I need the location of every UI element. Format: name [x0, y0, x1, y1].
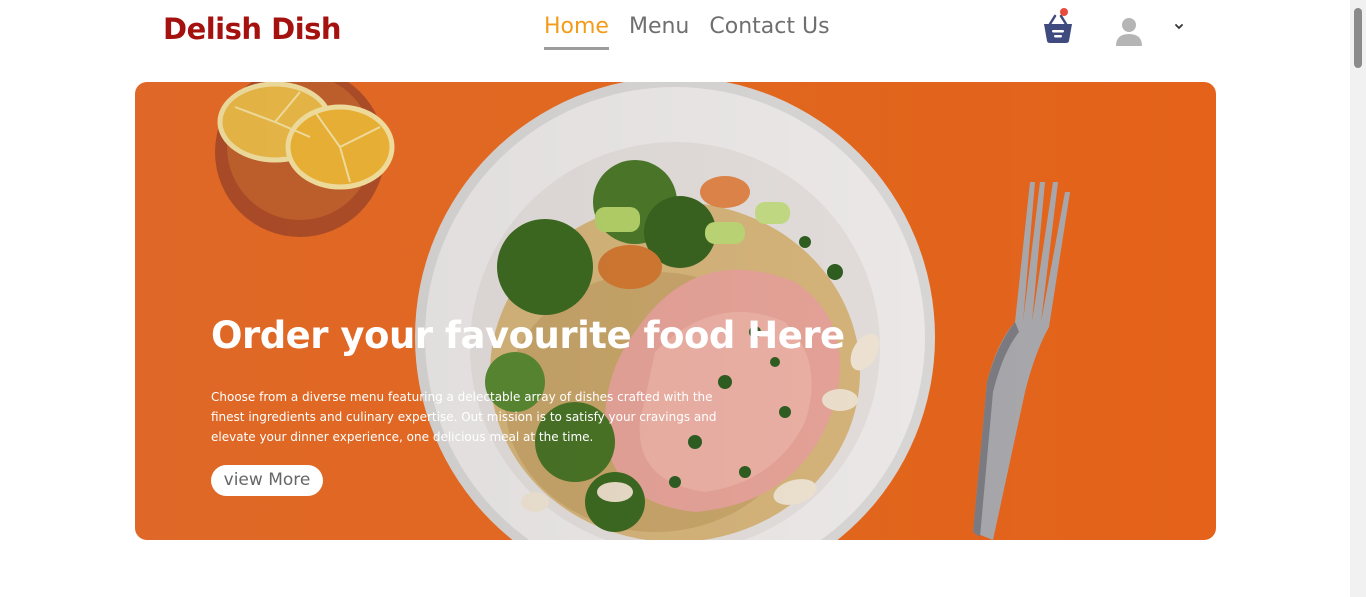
nav-home[interactable]: Home — [544, 12, 609, 50]
chevron-down-icon[interactable] — [1173, 20, 1185, 32]
scrollbar-thumb[interactable] — [1354, 8, 1362, 68]
main-nav: Home Menu Contact Us — [544, 12, 830, 50]
nav-contact-us[interactable]: Contact Us — [709, 12, 829, 50]
hero-banner: Order your favourite food Here Choose fr… — [135, 82, 1216, 540]
nav-menu[interactable]: Menu — [629, 12, 689, 50]
view-more-button[interactable]: view More — [211, 465, 323, 496]
basket-icon[interactable] — [1041, 8, 1075, 46]
brand-logo[interactable]: Delish Dish — [163, 12, 342, 46]
page-scrollbar[interactable] — [1350, 0, 1366, 597]
user-avatar-icon[interactable] — [1114, 16, 1144, 46]
hero-title: Order your favourite food Here — [211, 314, 845, 357]
hero-description: Choose from a diverse menu featuring a d… — [211, 390, 717, 444]
notification-dot — [1060, 8, 1068, 16]
